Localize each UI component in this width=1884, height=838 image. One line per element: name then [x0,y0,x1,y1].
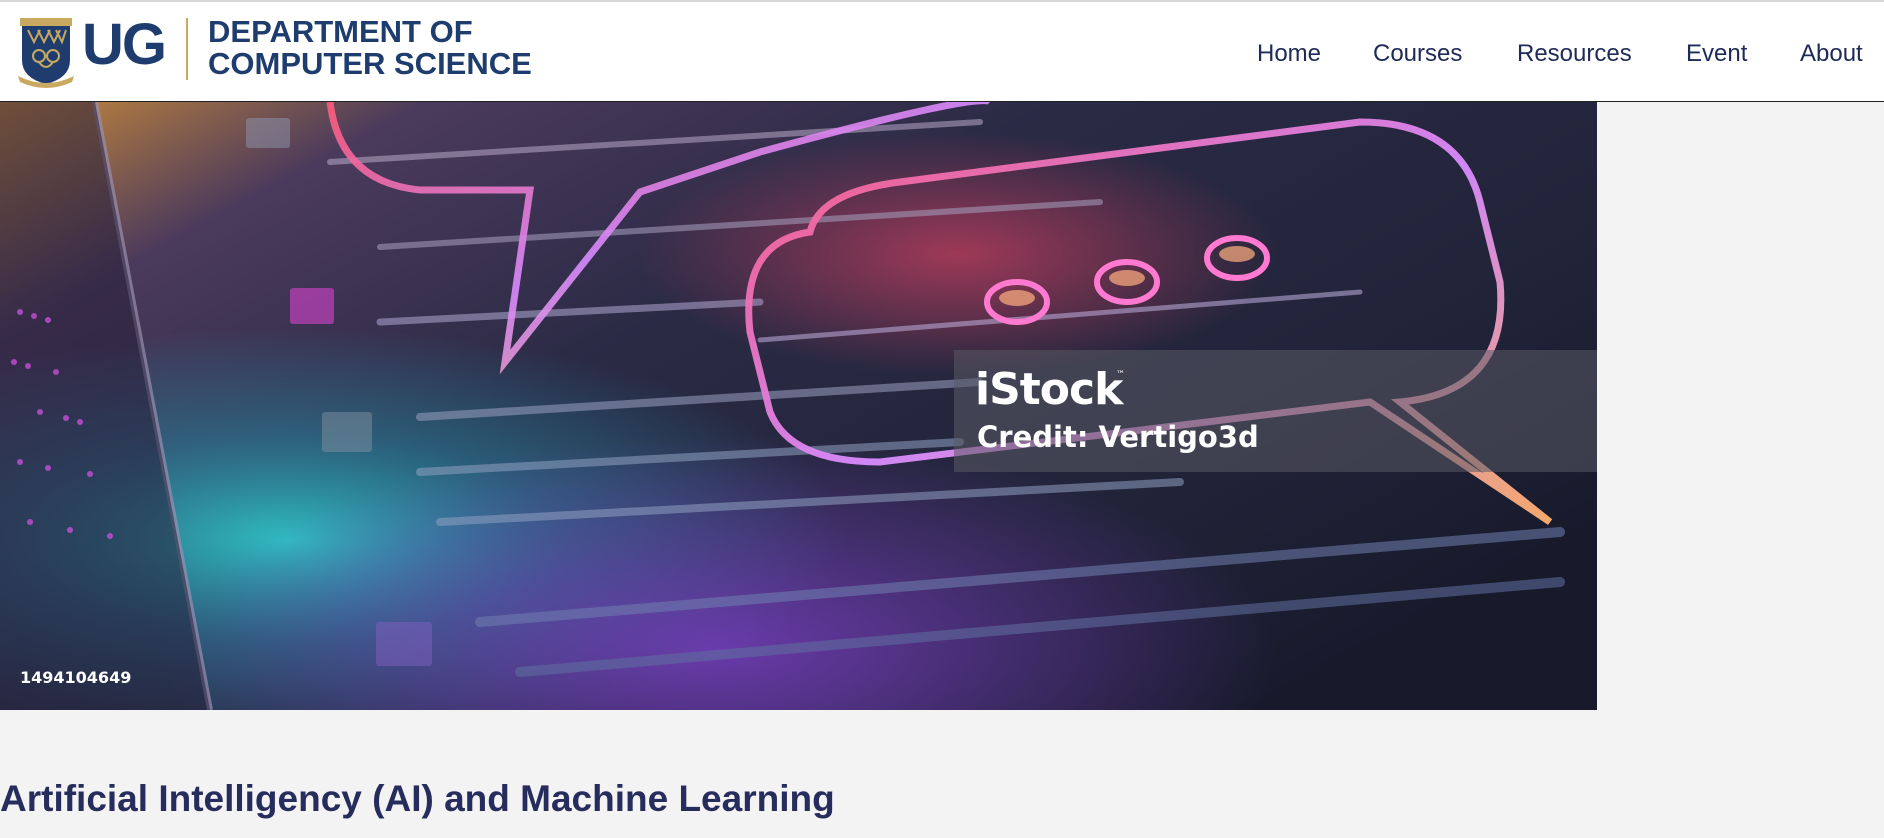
department-name-line-1[interactable]: DEPARTMENT OF [208,16,473,48]
site-header: UG DEPARTMENT OF COMPUTER SCIENCE Home C… [0,0,1884,102]
hero-image: iStock ™ Credit: Vertigo3d 1494104649 [0,102,1597,710]
istock-watermark-logo: iStock [975,364,1123,415]
istock-credit: Credit: Vertigo3d [977,420,1259,454]
course-title: Artificial Intelligency (AI) and Machine… [0,778,835,819]
right-empty-panel [1597,102,1884,710]
logo-divider [186,18,188,80]
university-crest-icon[interactable] [16,16,76,88]
logo-abbreviation[interactable]: UG [82,14,167,76]
nav-link-about[interactable]: About [1800,40,1863,68]
nav-link-event[interactable]: Event [1686,40,1747,68]
nav-link-resources[interactable]: Resources [1517,40,1632,68]
department-name-line-2[interactable]: COMPUTER SCIENCE [208,48,532,80]
istock-trademark: ™ [1116,370,1125,380]
nav-link-courses[interactable]: Courses [1373,40,1462,68]
stock-image-id: 1494104649 [20,668,132,687]
nav-link-home[interactable]: Home [1257,40,1321,68]
